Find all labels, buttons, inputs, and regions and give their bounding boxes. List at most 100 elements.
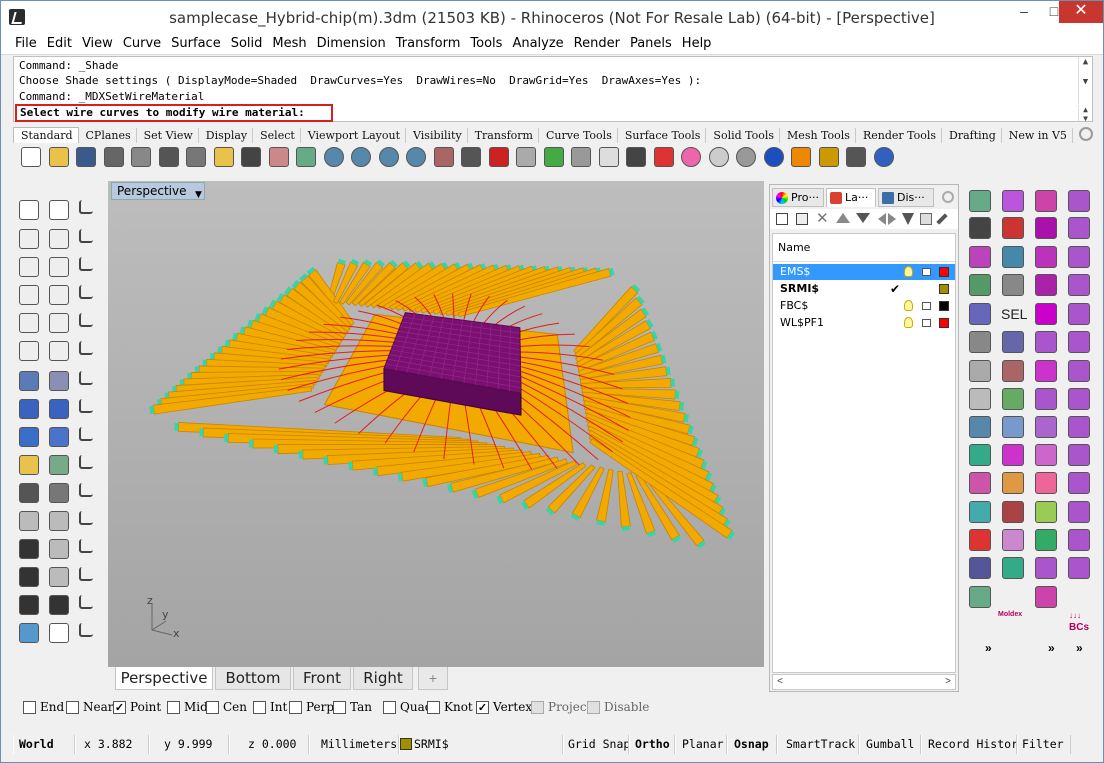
pan-icon[interactable] bbox=[268, 147, 289, 167]
tab-standard[interactable]: Standard bbox=[13, 127, 79, 143]
plugin-tool-icon[interactable] bbox=[1068, 274, 1090, 296]
plugin-tool-icon[interactable] bbox=[1035, 501, 1057, 523]
extrude-icon[interactable] bbox=[19, 371, 39, 391]
lock-icon[interactable] bbox=[922, 302, 931, 310]
menu-dimension[interactable]: Dimension bbox=[312, 35, 391, 53]
status-smarttrack[interactable]: SmartTrack bbox=[777, 735, 859, 754]
plugin-tool-icon[interactable] bbox=[1035, 388, 1057, 410]
plugin-tool-icon[interactable] bbox=[969, 501, 991, 523]
dimension-icon[interactable] bbox=[49, 539, 69, 559]
bcs-label[interactable]: BCs bbox=[1069, 622, 1089, 633]
more-tools-icon[interactable] bbox=[49, 623, 69, 643]
lightbulb-icon[interactable] bbox=[904, 300, 913, 311]
tab-new-in-v5[interactable]: New in V5 bbox=[1002, 128, 1073, 143]
plugin-tool-icon[interactable] bbox=[969, 303, 991, 325]
osnap-checkbox[interactable] bbox=[427, 701, 440, 714]
polyline-icon[interactable] bbox=[19, 229, 39, 249]
plugin-tool-icon[interactable] bbox=[969, 416, 991, 438]
osnap-checkbox[interactable]: ✓ bbox=[113, 701, 126, 714]
tab-layers[interactable]: La··· bbox=[826, 188, 876, 207]
plugin-tool-icon[interactable] bbox=[1035, 586, 1057, 608]
osnap-checkbox[interactable]: ✓ bbox=[476, 701, 489, 714]
render-sphere-icon[interactable] bbox=[736, 147, 756, 167]
object-snap-icon[interactable] bbox=[543, 147, 564, 167]
tab-display[interactable]: Display bbox=[199, 128, 254, 143]
tab-curve-tools[interactable]: Curve Tools bbox=[539, 128, 618, 143]
plugin-tool-icon[interactable] bbox=[1035, 274, 1057, 296]
curve-tools-icon[interactable] bbox=[49, 257, 69, 277]
move-up-icon[interactable] bbox=[836, 213, 850, 223]
tab-set-view[interactable]: Set View bbox=[137, 128, 199, 143]
status-grid-snap[interactable]: Grid Snap bbox=[563, 735, 629, 754]
moldex-label[interactable]: Moldex bbox=[998, 611, 1022, 618]
tab-display[interactable]: Dis··· bbox=[878, 188, 934, 207]
plugin-tool-icon[interactable] bbox=[1002, 529, 1024, 551]
zoom-selected-icon[interactable] bbox=[406, 147, 426, 167]
menu-view[interactable]: View bbox=[77, 35, 118, 53]
status-osnap[interactable]: Osnap bbox=[727, 735, 777, 754]
group-icon[interactable] bbox=[19, 511, 39, 531]
menu-mesh[interactable]: Mesh bbox=[267, 35, 311, 53]
plugin-tool-icon[interactable] bbox=[969, 529, 991, 551]
print-icon[interactable] bbox=[103, 147, 124, 167]
plugin-tool-icon[interactable] bbox=[1035, 416, 1057, 438]
plugin-tool-icon[interactable] bbox=[969, 360, 991, 382]
surface-icon[interactable] bbox=[49, 371, 69, 391]
plugin-tool-icon[interactable] bbox=[1068, 331, 1090, 353]
osnap-checkbox[interactable] bbox=[289, 701, 302, 714]
plugin-tool-icon[interactable] bbox=[1002, 331, 1024, 353]
plugin-tool-icon[interactable] bbox=[969, 331, 991, 353]
lock-icon[interactable] bbox=[626, 147, 646, 167]
layer-list-hscrollbar[interactable]: < > bbox=[772, 674, 956, 690]
sel-label[interactable]: SEL bbox=[1001, 306, 1027, 322]
zoom-icon[interactable] bbox=[323, 147, 344, 167]
shade-sphere-icon[interactable] bbox=[708, 147, 729, 167]
tab-transform[interactable]: Transform bbox=[468, 128, 539, 143]
osnap-checkbox[interactable] bbox=[333, 701, 346, 714]
sphere-icon[interactable] bbox=[49, 399, 69, 419]
menu-tools[interactable]: Tools bbox=[465, 35, 507, 53]
perspective-viewport[interactable]: Perspective ▼ z y x bbox=[108, 181, 764, 667]
car-icon[interactable] bbox=[488, 147, 509, 167]
viewport-tab-front[interactable]: Front bbox=[293, 667, 351, 690]
curve-icon[interactable] bbox=[19, 257, 39, 277]
layer-color-swatch[interactable] bbox=[939, 284, 949, 294]
tab-surface-tools[interactable]: Surface Tools bbox=[618, 128, 707, 143]
plugin-tool-icon[interactable] bbox=[1035, 303, 1057, 325]
plugin-tool-icon[interactable] bbox=[1002, 444, 1024, 466]
menu-transform[interactable]: Transform bbox=[391, 35, 466, 53]
curve-tool-icon[interactable] bbox=[79, 427, 93, 441]
brush-icon[interactable] bbox=[791, 147, 811, 167]
layer-states-icon[interactable] bbox=[920, 213, 932, 225]
plugin-tool-icon[interactable] bbox=[969, 557, 991, 579]
plugin-tool-icon[interactable] bbox=[1068, 360, 1090, 382]
lock-icon[interactable] bbox=[922, 319, 931, 327]
menu-file[interactable]: File bbox=[1, 35, 42, 53]
solid-tools-icon[interactable] bbox=[49, 427, 69, 447]
new-layer-icon[interactable] bbox=[776, 213, 788, 225]
plugin-tool-icon[interactable] bbox=[1068, 529, 1090, 551]
align-icon[interactable] bbox=[49, 595, 69, 615]
plugin-tool-icon[interactable] bbox=[1068, 444, 1090, 466]
lightbulb-icon[interactable] bbox=[904, 317, 913, 328]
plugin-tool-icon[interactable] bbox=[1068, 246, 1090, 268]
tab-drafting[interactable]: Drafting bbox=[942, 128, 1002, 143]
plugin-tool-icon[interactable] bbox=[1035, 190, 1057, 212]
panel-options-gear-icon[interactable] bbox=[942, 191, 954, 203]
menu-curve[interactable]: Curve bbox=[118, 35, 166, 53]
viewport-tab-bottom[interactable]: Bottom bbox=[215, 667, 291, 690]
curve-tool-icon[interactable] bbox=[79, 455, 93, 469]
four-views-icon[interactable] bbox=[461, 147, 481, 167]
text-icon[interactable] bbox=[19, 539, 39, 559]
plugin-tool-icon[interactable] bbox=[1068, 190, 1090, 212]
plugin-tool-icon[interactable] bbox=[969, 274, 991, 296]
osnap-checkbox[interactable] bbox=[587, 701, 600, 714]
status-record-history[interactable]: Record History bbox=[921, 735, 1017, 754]
circle-center-icon[interactable] bbox=[49, 285, 69, 305]
title-bar[interactable]: samplecase_Hybrid-chip(m).3dm (21503 KB)… bbox=[1, 1, 1103, 35]
help-icon[interactable] bbox=[873, 147, 894, 167]
light-icon[interactable] bbox=[598, 147, 619, 167]
command-prompt-input[interactable]: Select wire curves to modify wire materi… bbox=[15, 104, 333, 122]
scroll-left-icon[interactable]: < bbox=[773, 675, 787, 689]
box-icon[interactable] bbox=[19, 399, 39, 419]
